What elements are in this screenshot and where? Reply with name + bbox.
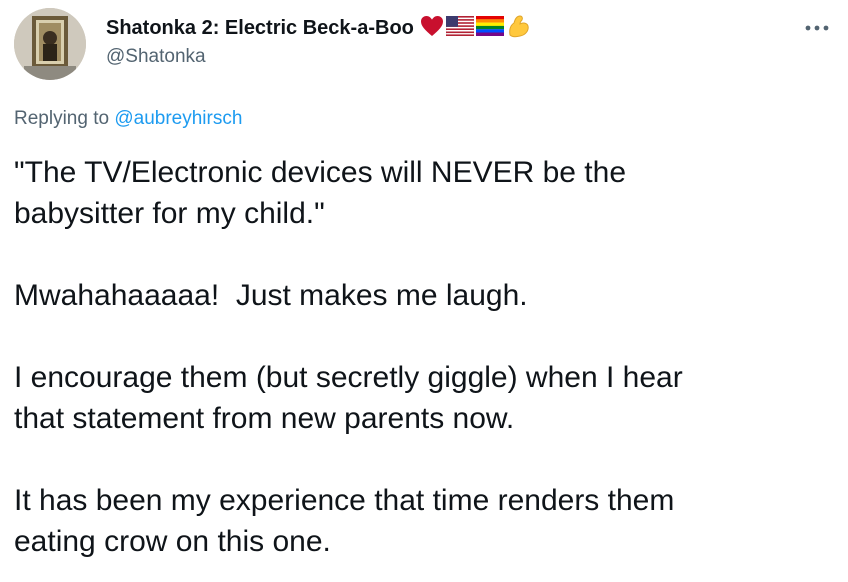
tweet-line: eating crow on this one. xyxy=(14,525,331,558)
heart-icon xyxy=(420,15,444,42)
tweet-line: babysitter for my child." xyxy=(14,197,325,230)
us-flag-icon xyxy=(445,15,475,41)
tweet-line: that statement from new parents now. xyxy=(14,402,515,435)
tweet-header: Shatonka 2: Electric Beck-a-Boo @Shatonk… xyxy=(106,14,786,68)
ellipsis-icon xyxy=(805,25,829,31)
author-name-row: Shatonka 2: Electric Beck-a-Boo xyxy=(106,14,786,42)
replying-to-mention-link[interactable]: @aubreyhirsch xyxy=(114,108,242,129)
avatar-image xyxy=(14,8,86,80)
tweet-line: I encourage them (but secretly giggle) w… xyxy=(14,361,683,394)
avatar[interactable] xyxy=(14,8,86,80)
author-handle[interactable]: @Shatonka xyxy=(106,46,786,68)
tweet-line: It has been my experience that time rend… xyxy=(14,484,675,517)
tweet-paragraph: It has been my experience that time rend… xyxy=(14,480,834,562)
tweet-line: Mwahahaaaaa! Just makes me laugh. xyxy=(14,279,528,312)
flexed-biceps-icon xyxy=(506,13,532,44)
tweet-line: "The TV/Electronic devices will NEVER be… xyxy=(14,156,627,189)
tweet-paragraph: I encourage them (but secretly giggle) w… xyxy=(14,357,834,439)
tweet-paragraph: "The TV/Electronic devices will NEVER be… xyxy=(14,152,834,234)
tweet-text: "The TV/Electronic devices will NEVER be… xyxy=(14,152,834,562)
more-options-button[interactable] xyxy=(798,14,838,42)
replying-to-label: Replying to xyxy=(14,108,110,129)
tweet[interactable]: Shatonka 2: Electric Beck-a-Boo @Shatonk… xyxy=(0,0,848,582)
rainbow-flag-icon xyxy=(475,15,504,41)
author-display-name[interactable]: Shatonka 2: Electric Beck-a-Boo xyxy=(106,17,414,40)
replying-to: Replying to @aubreyhirsch xyxy=(14,108,242,130)
tweet-paragraph: Mwahahaaaaa! Just makes me laugh. xyxy=(14,275,834,316)
